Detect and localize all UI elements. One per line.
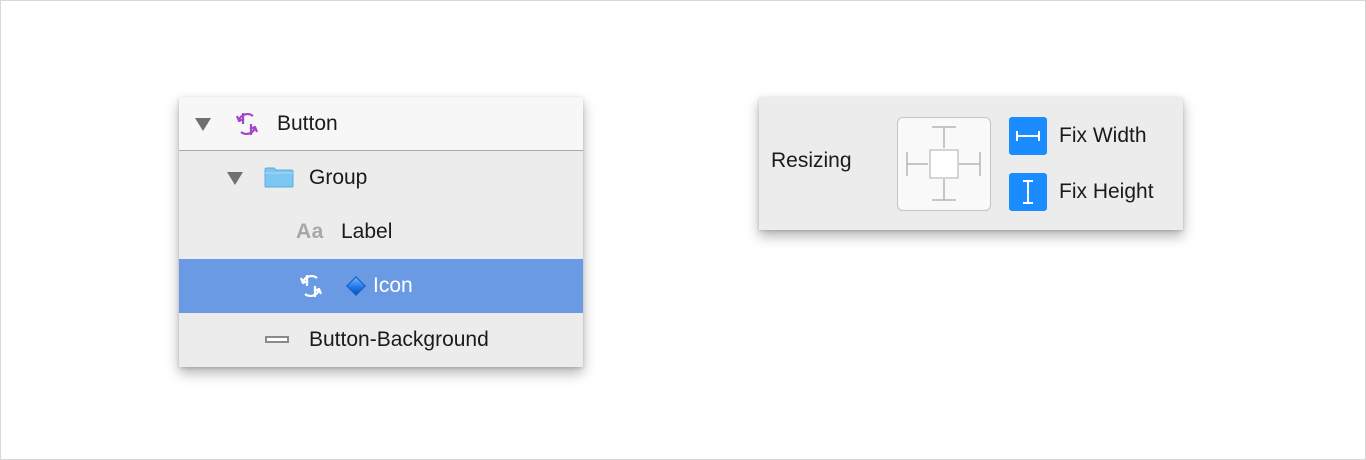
symbol-instance-icon	[235, 113, 259, 135]
resizing-title: Resizing	[771, 149, 852, 172]
layer-name: Label	[341, 220, 393, 243]
canvas-frame: Button Group Aa Label Icon Button-Backgr…	[0, 0, 1366, 460]
fix-height-icon	[1023, 180, 1033, 204]
disclosure-triangle-icon[interactable]	[227, 172, 243, 185]
layer-name: Button-Background	[309, 328, 489, 351]
symbol-instance-icon	[299, 275, 323, 297]
fix-width-icon	[1016, 131, 1040, 141]
layer-name: Group	[309, 166, 368, 189]
resizing-constraint-widget[interactable]	[897, 117, 991, 211]
layer-row-icon[interactable]: Icon	[179, 259, 583, 313]
fix-width-label: Fix Width	[1059, 124, 1147, 147]
disclosure-triangle-icon[interactable]	[195, 118, 211, 131]
pin-constraints-icon	[906, 126, 981, 201]
layer-name: Icon	[373, 274, 413, 297]
layer-row-group[interactable]: Group	[179, 151, 583, 205]
layer-row-label[interactable]: Aa Label	[179, 205, 583, 259]
fix-height-label: Fix Height	[1059, 180, 1154, 203]
fix-width-toggle[interactable]	[1009, 117, 1047, 155]
layer-row-button-background[interactable]: Button-Background	[179, 313, 583, 367]
layer-name: Button	[277, 112, 338, 135]
layer-row-button[interactable]: Button	[179, 97, 583, 151]
resizing-panel: Resizing Fix Width Fix Height	[759, 97, 1183, 230]
diamond-icon	[346, 276, 366, 296]
text-layer-icon: Aa	[296, 220, 324, 243]
layer-list-panel: Button Group Aa Label Icon Button-Backgr…	[179, 97, 583, 367]
fix-height-toggle[interactable]	[1009, 173, 1047, 211]
rectangle-layer-icon	[265, 336, 289, 343]
folder-icon	[264, 167, 294, 188]
